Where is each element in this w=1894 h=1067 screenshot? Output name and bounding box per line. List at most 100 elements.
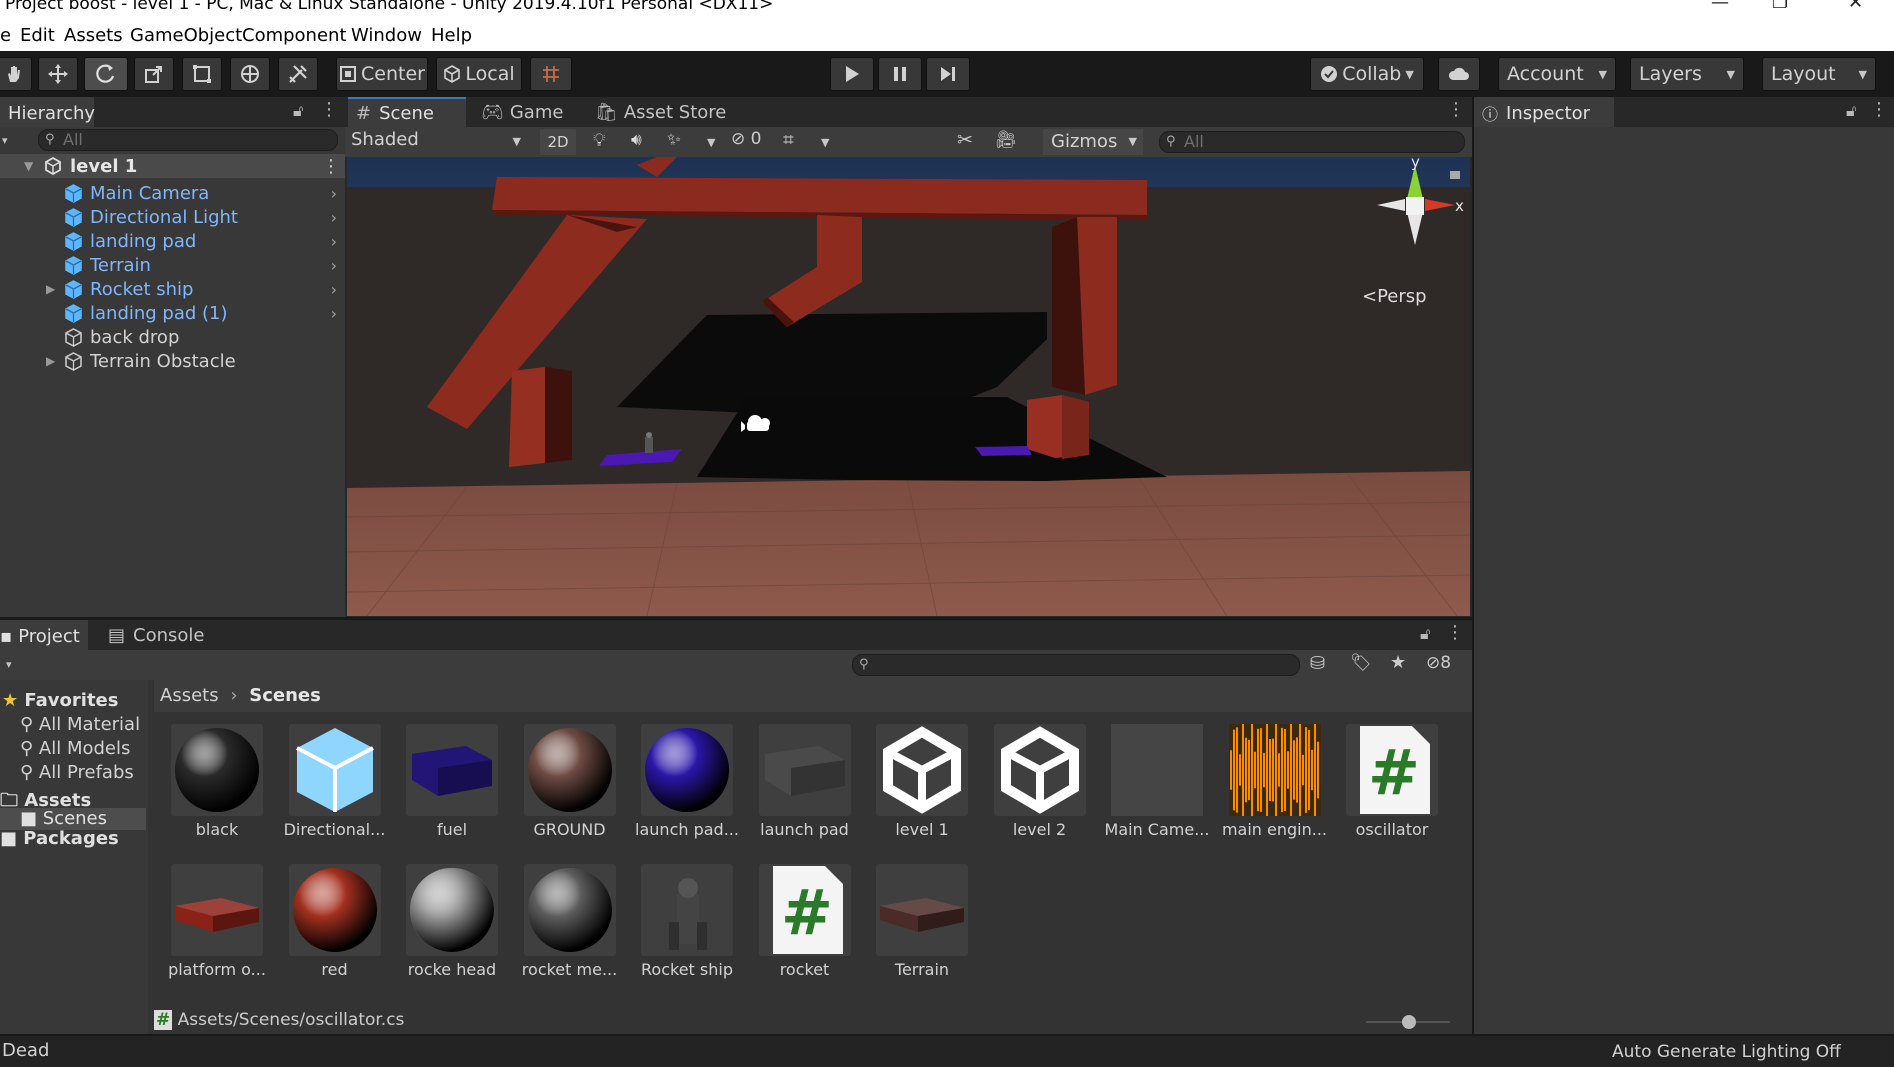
hierarchy-item[interactable]: Terrain › xyxy=(0,253,345,277)
pivot-space-toggle[interactable]: Local xyxy=(436,57,522,91)
asset-item[interactable]: main engin... xyxy=(1220,722,1330,839)
asset-item[interactable]: Terrain xyxy=(867,864,977,979)
scene-menu-icon[interactable]: ⋮ xyxy=(322,156,340,177)
chevron-right-icon[interactable]: › xyxy=(331,208,337,227)
status-message[interactable]: Dead xyxy=(2,1040,49,1061)
chevron-right-icon[interactable]: › xyxy=(331,280,337,299)
expand-arrow-icon[interactable]: ▶ xyxy=(46,354,55,368)
hierarchy-search-input[interactable]: ⚲ All xyxy=(38,129,338,151)
chevron-right-icon[interactable]: › xyxy=(331,184,337,203)
asset-item[interactable]: # oscillator xyxy=(1337,724,1447,839)
menu-edit[interactable]: Edit xyxy=(20,25,55,46)
asset-item[interactable]: level 1 xyxy=(867,724,977,839)
hierarchy-item[interactable]: ▶ Rocket ship › xyxy=(0,277,345,301)
asset-item[interactable]: rocket me... xyxy=(515,864,625,979)
asset-item[interactable]: # rocket xyxy=(750,864,860,979)
menu-assets[interactable]: Assets xyxy=(64,25,123,46)
expand-arrow-icon[interactable]: ▶ xyxy=(46,282,55,296)
asset-item[interactable]: launch pad... xyxy=(632,724,742,839)
lighting-toggle-icon[interactable]: 💡︎ xyxy=(593,130,606,151)
create-dropdown[interactable]: ▾ xyxy=(6,658,12,671)
asset-item[interactable]: launch pad xyxy=(750,724,860,839)
tools-icon[interactable]: ✂︎ xyxy=(957,129,973,151)
effects-toggle-icon[interactable]: ✨︎ xyxy=(667,130,681,150)
asset-item[interactable]: level 2 xyxy=(985,724,1095,839)
transform-tool-button[interactable] xyxy=(230,57,270,91)
grid-snap-button[interactable] xyxy=(530,57,572,91)
favorite-item[interactable]: ⚲ All Models xyxy=(20,738,130,759)
pivot-center-toggle[interactable]: Center xyxy=(336,57,428,91)
hierarchy-item[interactable]: back drop xyxy=(0,325,345,349)
collab-dropdown[interactable]: Collab ▼ xyxy=(1310,57,1424,91)
hierarchy-item[interactable]: landing pad › xyxy=(0,229,345,253)
lock-icon[interactable]: 🔓︎ xyxy=(293,101,303,121)
asset-item[interactable]: rocke head xyxy=(397,864,507,979)
tab-asset-store[interactable]: 🛍︎ Asset Store xyxy=(587,97,737,127)
zoom-slider-thumb[interactable] xyxy=(1402,1015,1416,1029)
menu-help[interactable]: Help xyxy=(431,25,472,46)
favorites-section[interactable]: ★ Favorites xyxy=(2,690,118,711)
asset-item[interactable]: fuel xyxy=(397,724,507,839)
hidden-packages-toggle[interactable]: ⊘8 xyxy=(1426,653,1451,673)
asset-item[interactable]: Directional... xyxy=(280,724,390,839)
scene-viewport[interactable]: y x <Persp xyxy=(347,157,1470,616)
tab-console[interactable]: ▤ Console xyxy=(100,620,210,650)
asset-item[interactable]: red xyxy=(280,864,390,979)
minimize-button[interactable]: — xyxy=(1711,0,1729,13)
hierarchy-item[interactable]: Main Camera › xyxy=(0,181,345,205)
grid-dropdown[interactable]: ▼ xyxy=(821,136,829,149)
custom-tool-button[interactable] xyxy=(278,57,318,91)
lighting-status[interactable]: Auto Generate Lighting Off xyxy=(1612,1042,1841,1062)
pause-button[interactable] xyxy=(878,57,922,91)
scene-search-input[interactable]: ⚲ All xyxy=(1159,131,1465,153)
expand-arrow-icon[interactable]: ▼ xyxy=(24,159,33,173)
search-by-label-icon[interactable]: 🏷︎ xyxy=(1350,653,1372,673)
tab-project[interactable]: ▪ Project xyxy=(0,620,88,650)
layout-dropdown[interactable]: Layout ▼ xyxy=(1762,57,1876,91)
hierarchy-item[interactable]: ▶ Terrain Obstacle xyxy=(0,349,345,373)
packages-folder[interactable]: ■ Packages xyxy=(0,828,119,849)
hand-tool-button[interactable] xyxy=(0,57,32,91)
panel-menu-icon[interactable]: ⋮ xyxy=(1870,99,1888,120)
menu-component[interactable]: Component xyxy=(242,25,347,46)
shading-mode-dropdown[interactable]: Shaded ▼ xyxy=(347,129,527,155)
menu-file[interactable]: e xyxy=(0,25,11,46)
asset-item[interactable]: Rocket ship xyxy=(632,864,742,979)
asset-item[interactable]: Main Came... xyxy=(1102,724,1212,839)
rect-tool-button[interactable] xyxy=(182,57,222,91)
menu-window[interactable]: Window xyxy=(351,25,422,46)
search-by-type-icon[interactable]: ⛁ xyxy=(1310,653,1325,674)
scale-tool-button[interactable] xyxy=(134,57,174,91)
restore-button[interactable]: ❐ xyxy=(1772,0,1788,13)
lock-icon[interactable]: 🔓︎ xyxy=(1846,101,1856,121)
breadcrumb-assets[interactable]: Assets xyxy=(160,685,219,706)
asset-item[interactable]: GROUND xyxy=(515,724,625,839)
orientation-gizmo[interactable]: y x xyxy=(1347,157,1470,287)
tab-game[interactable]: 🎮︎ Game xyxy=(473,97,573,127)
effects-dropdown[interactable]: ▼ xyxy=(707,136,715,149)
tab-inspector[interactable]: ⓘ Inspector xyxy=(1474,97,1614,127)
favorite-star-icon[interactable]: ★ xyxy=(1390,652,1406,673)
favorite-item[interactable]: ⚲ All Prefabs xyxy=(20,762,134,783)
asset-item[interactable]: black xyxy=(162,724,272,839)
move-tool-button[interactable] xyxy=(38,57,78,91)
panel-menu-icon[interactable]: ⋮ xyxy=(320,99,338,120)
grid-toggle-icon[interactable]: ⌗ xyxy=(783,129,794,151)
hierarchy-item[interactable]: Directional Light › xyxy=(0,205,345,229)
scene-row[interactable]: ▼ level 1 ⋮ xyxy=(0,154,345,178)
scenes-folder[interactable]: ■ Scenes xyxy=(0,808,146,830)
chevron-right-icon[interactable]: › xyxy=(331,232,337,251)
asset-item[interactable]: platform o... xyxy=(162,864,272,979)
toggle-2d-button[interactable]: 2D xyxy=(540,129,576,155)
rotate-tool-button[interactable] xyxy=(84,57,128,91)
create-dropdown[interactable]: ▾ xyxy=(2,134,8,147)
projection-toggle[interactable]: <Persp xyxy=(1362,286,1427,307)
chevron-right-icon[interactable]: › xyxy=(331,256,337,275)
cloud-button[interactable] xyxy=(1438,57,1480,91)
panel-menu-icon[interactable]: ⋮ xyxy=(1446,622,1464,643)
project-search-input[interactable]: ⚲ xyxy=(852,654,1300,676)
camera-icon[interactable]: 🎥︎ xyxy=(995,130,1017,150)
chevron-right-icon[interactable]: › xyxy=(331,304,337,323)
breadcrumb-scenes[interactable]: Scenes xyxy=(249,685,321,706)
step-button[interactable] xyxy=(926,57,970,91)
